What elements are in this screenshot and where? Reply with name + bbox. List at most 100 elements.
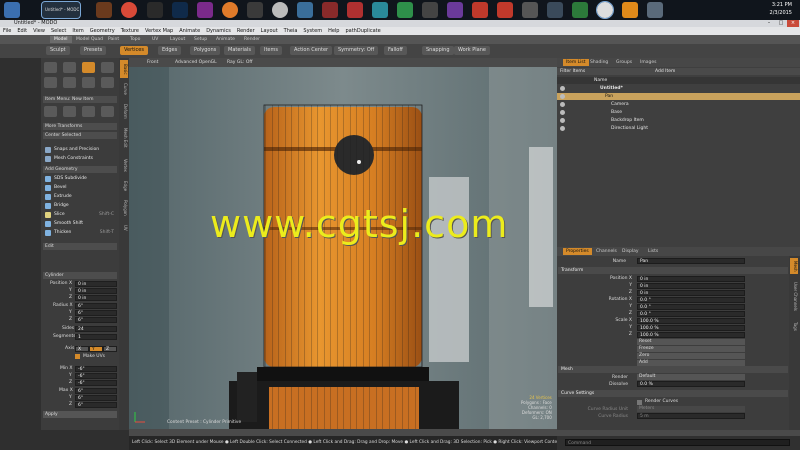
scale-z-field[interactable]: 100.0 % <box>637 332 745 338</box>
tab-properties[interactable]: Properties <box>563 248 592 255</box>
app-icon-7[interactable] <box>372 2 388 18</box>
text-icon[interactable] <box>101 77 114 88</box>
visibility-eye-icon[interactable] <box>560 86 565 91</box>
menu-system[interactable]: System <box>300 27 325 35</box>
zero-dropdown[interactable]: Zero <box>637 353 745 359</box>
axis-x-button[interactable]: X <box>75 346 89 352</box>
cyl-position-x-field[interactable]: 0 in <box>75 281 117 287</box>
command-input[interactable]: Command <box>565 439 790 446</box>
vtab-deform[interactable]: Deform <box>120 100 128 122</box>
vtab-curve[interactable]: Curve <box>120 80 128 98</box>
app-icon-5[interactable] <box>322 2 338 18</box>
vlc-icon[interactable] <box>622 2 638 18</box>
menu-select[interactable]: Select <box>48 27 69 35</box>
menu-animate[interactable]: Animate <box>176 27 203 35</box>
menu-geometry[interactable]: Geometry <box>87 27 118 35</box>
torus-icon[interactable] <box>44 77 57 88</box>
visibility-eye-icon[interactable] <box>560 126 565 131</box>
axis-y-button[interactable]: Y <box>89 346 103 352</box>
chrome-icon[interactable] <box>121 2 137 18</box>
visibility-eye-icon[interactable] <box>560 102 565 107</box>
app-icon-13[interactable] <box>522 2 538 18</box>
smooth-shift-button[interactable]: Smooth Shift <box>43 220 117 228</box>
vtab-edge[interactable]: Edge <box>120 178 128 194</box>
menu-help[interactable]: Help <box>325 27 342 35</box>
cyl-max-x-field[interactable]: 6" <box>75 388 117 394</box>
curve-radius-unit-dropdown[interactable]: Meters <box>637 406 745 412</box>
symmetry-dropdown[interactable]: Symmetry: Off <box>334 46 379 55</box>
cylinder-header[interactable]: Cylinder <box>43 272 117 279</box>
app-icon-4[interactable] <box>297 2 313 18</box>
vtab-tags[interactable]: Tags <box>790 318 798 334</box>
falloff-dropdown[interactable]: Falloff <box>384 46 407 55</box>
sds-subdivide-button[interactable]: SDS Subdivide <box>43 175 117 183</box>
blender-icon[interactable] <box>222 2 238 18</box>
cone-icon[interactable] <box>101 62 114 73</box>
vertices-button[interactable]: Vertices <box>120 46 148 55</box>
vtab-mesh-edit[interactable]: Mesh Edit <box>120 124 128 152</box>
menu-pathduplicate[interactable]: pathDuplicate <box>342 27 383 35</box>
capsule-icon[interactable] <box>63 77 76 88</box>
cyl-radius-x-field[interactable]: 6" <box>75 303 117 309</box>
presets-button[interactable]: Presets <box>80 46 107 55</box>
axis-z-button[interactable]: Z <box>103 346 117 352</box>
position-y-field[interactable]: 0 in <box>637 283 745 289</box>
list-item[interactable]: Pan <box>557 93 800 100</box>
app-icon-3[interactable] <box>272 2 288 18</box>
ray-gl-dropdown[interactable]: Ray GL: Off <box>227 58 252 67</box>
cylinder-icon[interactable] <box>82 62 95 73</box>
cyl-min-y-field[interactable]: -6" <box>75 373 117 379</box>
maximize-icon[interactable]: □ <box>775 20 787 27</box>
edit-dropdown[interactable]: Edit <box>43 243 117 250</box>
item-name-field[interactable]: Pan <box>637 258 745 264</box>
cube-icon[interactable] <box>44 62 57 73</box>
curve-radius-field[interactable]: 5 m <box>637 413 745 419</box>
render-curves-checkbox[interactable] <box>637 400 642 405</box>
app-icon-10[interactable] <box>447 2 463 18</box>
visibility-eye-icon[interactable] <box>560 94 565 99</box>
position-x-field[interactable]: 0 in <box>637 276 745 282</box>
render-dropdown[interactable]: Default <box>637 374 745 380</box>
list-item[interactable]: Camera <box>557 101 800 108</box>
polygons-button[interactable]: Polygons <box>190 46 221 55</box>
zbrush-icon[interactable] <box>247 2 263 18</box>
curve-settings-header[interactable]: Curve Settings <box>558 390 788 397</box>
app-icon-11[interactable] <box>472 2 488 18</box>
menu-layout[interactable]: Layout <box>258 27 281 35</box>
thicken-button[interactable]: Thicken Shift-T <box>43 229 117 237</box>
tab-display[interactable]: Display <box>619 248 642 255</box>
transform-header[interactable]: Transform <box>558 267 788 274</box>
reset-dropdown[interactable]: Reset <box>637 339 745 345</box>
freeze-dropdown[interactable]: Freeze <box>637 346 745 352</box>
tab-layout[interactable]: Layout <box>166 36 189 43</box>
filter-items-dropdown[interactable]: Filter Items <box>560 69 585 74</box>
render-style-dropdown[interactable]: Advanced OpenGL <box>175 58 217 67</box>
cyl-max-z-field[interactable]: 6" <box>75 402 117 408</box>
cyl-radius-y-field[interactable]: 6" <box>75 310 117 316</box>
tab-topo[interactable]: Topo <box>126 36 144 43</box>
center-selected-button[interactable]: Center Selected <box>43 132 117 139</box>
menu-view[interactable]: View <box>30 27 48 35</box>
visibility-eye-icon[interactable] <box>560 110 565 115</box>
apply-button[interactable]: Apply <box>43 411 117 418</box>
rotation-x-field[interactable]: 0.0 ° <box>637 297 745 303</box>
action-center-dropdown[interactable]: Action Center <box>290 46 333 55</box>
tray-clock[interactable]: 3:21 PM 2/3/2015 <box>770 1 792 17</box>
rotation-y-field[interactable]: 0.0 ° <box>637 304 745 310</box>
cyl-segments-field[interactable]: 1 <box>75 334 117 340</box>
menu-render[interactable]: Render <box>234 27 258 35</box>
folder-icon[interactable] <box>96 2 112 18</box>
snaps-precision-button[interactable]: Snaps and Precision <box>43 146 117 154</box>
cyl-max-y-field[interactable]: 6" <box>75 395 117 401</box>
vtab-mesh[interactable]: Mesh <box>790 258 798 274</box>
app-icon-16[interactable] <box>596 1 614 19</box>
taskbar-modo-app[interactable]: Untitled* - MODO <box>41 1 81 19</box>
tab-render[interactable]: Render <box>240 36 264 43</box>
add-geometry-header[interactable]: Add Geometry <box>43 166 117 173</box>
move-icon[interactable] <box>44 106 57 117</box>
tab-item-list[interactable]: Item List <box>563 59 589 66</box>
app-icon-14[interactable] <box>547 2 563 18</box>
name-column-header[interactable]: Name <box>594 78 607 83</box>
scale-icon[interactable] <box>82 106 95 117</box>
tab-shading[interactable]: Shading <box>587 59 611 66</box>
